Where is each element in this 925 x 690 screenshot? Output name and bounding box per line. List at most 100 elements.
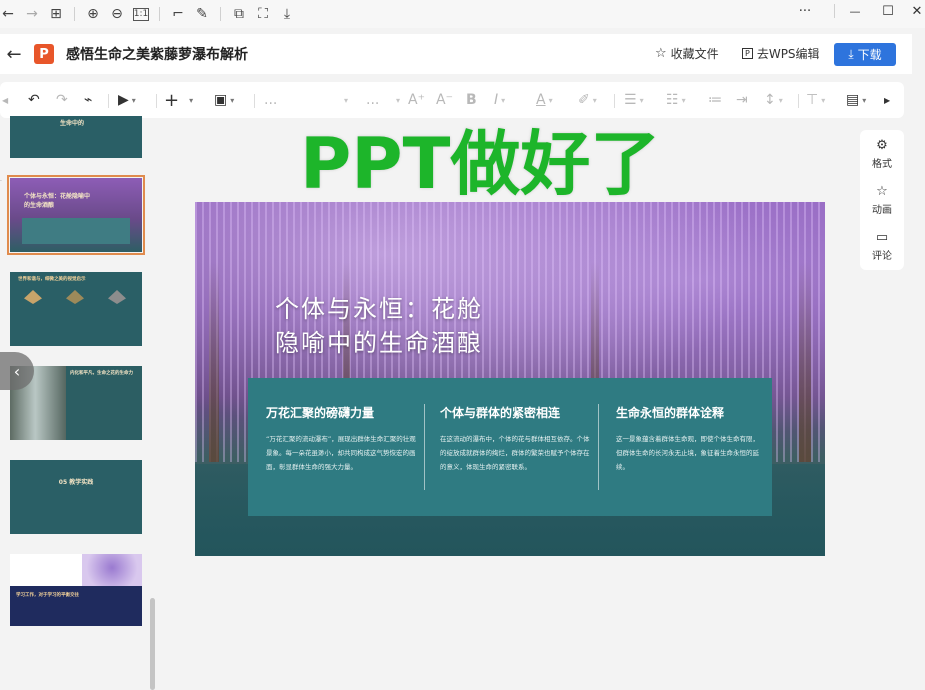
minimize-button[interactable]: — <box>840 0 870 22</box>
divider <box>159 7 160 21</box>
chevron-left-icon: ‹ <box>13 361 21 381</box>
thumbnail-gem-image <box>24 290 42 304</box>
collect-file-button[interactable]: ☆ 收藏文件 <box>655 42 719 64</box>
divider <box>220 7 221 21</box>
copy-icon[interactable]: ⧉ <box>227 4 251 24</box>
actual-size-icon[interactable]: 1:1 <box>133 7 149 21</box>
layout-button[interactable]: ▣ ▾ <box>214 90 234 110</box>
collect-label: 收藏文件 <box>670 46 719 61</box>
star-icon: ☆ <box>876 184 888 199</box>
animation-panel-button[interactable]: ☆ 动画 <box>860 184 904 216</box>
content-card[interactable]: 万花汇聚的磅礴力量 “万花汇聚的流动瀑布”，展现出群体生命汇聚的壮观景象。每一朵… <box>248 378 772 516</box>
divider <box>254 94 255 108</box>
redo-icon[interactable]: ↷ <box>56 90 68 110</box>
column-divider <box>598 404 599 490</box>
slide-thumbnail-selected[interactable]: 个体与永恒：花舱隐喻中的生命酒酿 <box>7 175 145 255</box>
font-size-select[interactable]: ... ▾ <box>366 90 400 110</box>
insert-button[interactable]: + ▾ <box>164 89 193 111</box>
italic-button[interactable]: I ▾ <box>494 90 505 110</box>
document-title-bar: ← P 感悟生命之美紫藤萝瀑布解析 ☆ 收藏文件 P 去WPS编辑 <box>0 34 912 74</box>
back-arrow-icon[interactable]: ← <box>2 44 26 65</box>
download-label: 下载 <box>857 48 882 62</box>
grid-view-icon[interactable]: ⊞ <box>44 4 68 24</box>
zoom-in-icon[interactable]: ⊕ <box>81 4 105 24</box>
more-menu-button[interactable]: ··· <box>790 0 820 22</box>
gear-icon: ⚙ <box>876 138 888 153</box>
scroll-right-icon[interactable]: ▶ <box>884 90 890 110</box>
align-button[interactable]: ☰ ▾ <box>624 90 644 110</box>
back-icon[interactable]: ← <box>0 4 20 24</box>
close-button[interactable]: ✕ <box>906 0 925 22</box>
edit-icon[interactable]: ✎ <box>190 4 214 24</box>
text-box-button[interactable]: ▤ ▾ <box>846 90 866 110</box>
comment-panel-button[interactable]: ▭ 评论 <box>860 230 904 262</box>
comment-label: 评论 <box>872 251 892 262</box>
download-icon[interactable]: ⤓ <box>275 4 299 24</box>
text-direction-button[interactable]: ⊤ ▾ <box>806 90 825 110</box>
current-slide[interactable]: 个体与永恒：花舱 隐喻中的生命酒酿 万花汇聚的磅礴力量 “万花汇聚的流动瀑布”，… <box>195 202 825 556</box>
document-title: 感悟生命之美紫藤萝瀑布解析 <box>66 47 248 63</box>
line-spacing-button[interactable]: ↕ ▾ <box>764 90 783 110</box>
format-label: 格式 <box>872 159 892 170</box>
ppt-done-overlay-text: PPT做好了 <box>300 123 661 205</box>
slide-thumbnail[interactable]: 世界和谐与，细微之美的视觉启示 <box>10 272 142 346</box>
slide-number: · <box>0 178 2 185</box>
thumbnail-title: 世界和谐与，细微之美的视觉启示 <box>18 277 86 282</box>
highlight-button[interactable]: ✐ ▾ <box>578 90 597 110</box>
thumbnail-card <box>22 218 130 244</box>
layout-icon: ▣ <box>214 92 228 108</box>
fullscreen-icon[interactable]: ⛶ <box>251 4 275 24</box>
format-painter-icon[interactable]: ⌁ <box>84 90 92 110</box>
play-slideshow-button[interactable]: ▶ ▾ <box>118 90 136 110</box>
comment-icon: ▭ <box>875 230 889 245</box>
slide-thumbnail[interactable]: 生命中的 <box>10 116 142 158</box>
slide-thumbnail[interactable]: 05 教学实践 <box>10 460 142 534</box>
thumbnail-title: 学习工作，对于学习的平衡交往 <box>16 593 79 598</box>
play-icon: ▶ <box>118 92 129 108</box>
column-body: “万花汇聚的流动瀑布”，展现出群体生命汇聚的壮观景象。每一朵花虽渺小，却共同构成… <box>266 435 416 471</box>
zoom-out-icon[interactable]: ⊖ <box>105 4 129 24</box>
highlighter-icon: ✐ <box>578 92 590 108</box>
font-grow-button[interactable]: A⁺ <box>408 90 425 110</box>
slide-title-line: 个体与永恒：花舱 <box>275 295 483 323</box>
thumbnail-gem-image <box>108 290 126 304</box>
undo-icon[interactable]: ↶ <box>28 90 40 110</box>
plus-icon: + <box>164 89 180 111</box>
font-family-select[interactable]: ... ▾ <box>264 90 348 110</box>
slide-thumbnail[interactable]: 学习工作，对于学习的平衡交往 <box>10 554 142 626</box>
rotate-icon[interactable]: ⌐ <box>166 4 190 24</box>
bold-button[interactable]: B <box>466 90 477 110</box>
thumbnail-title: 个体与永恒：花舱隐喻中的生命酒酿 <box>24 193 91 209</box>
thumbnail-title: 生命中的 <box>60 120 85 127</box>
line-spacing-icon: ↕ <box>764 92 776 108</box>
forward-icon[interactable]: → <box>20 4 44 24</box>
font-color-button[interactable]: A ▾ <box>536 90 553 110</box>
wps-edit-button[interactable]: P 去WPS编辑 <box>742 42 820 64</box>
column-heading: 生命永恒的群体诠释 <box>616 406 725 420</box>
wps-icon: P <box>742 47 753 59</box>
thumbnail-scrollbar[interactable] <box>150 598 155 690</box>
animation-label: 动画 <box>872 205 892 216</box>
content-column: 生命永恒的群体诠释 这一景象蕴含着群体生命观，即使个体生命有限，但群体生命的长河… <box>616 378 766 516</box>
slide-title[interactable]: 个体与永恒：花舱 隐喻中的生命酒酿 <box>275 292 483 360</box>
ppt-app-icon: P <box>34 44 54 64</box>
download-arrow-icon: ⤓ <box>848 47 854 61</box>
bullet-list-button[interactable]: ☷ ▾ <box>666 90 686 110</box>
download-button[interactable]: ⤓ 下载 <box>834 43 896 66</box>
format-panel-button[interactable]: ⚙ 格式 <box>860 138 904 170</box>
tree-trunk <box>209 262 219 462</box>
scroll-left-icon[interactable]: ◀ <box>2 90 8 110</box>
divider <box>74 7 75 21</box>
numbered-list-button[interactable]: ≔ <box>708 90 722 110</box>
divider <box>156 94 157 108</box>
numbered-list-icon: ≔ <box>708 92 722 108</box>
indent-button[interactable]: ⇥ <box>736 90 748 110</box>
thumbnail-gem-image <box>66 290 84 304</box>
content-column: 万花汇聚的磅礴力量 “万花汇聚的流动瀑布”，展现出群体生命汇聚的壮观景象。每一朵… <box>266 378 426 516</box>
maximize-button[interactable]: ☐ <box>873 0 903 22</box>
column-heading: 个体与群体的紧密相连 <box>440 406 561 420</box>
bullet-list-icon: ☷ <box>666 92 679 108</box>
divider <box>614 94 615 108</box>
font-shrink-button[interactable]: A⁻ <box>436 90 453 110</box>
column-divider <box>424 404 425 490</box>
